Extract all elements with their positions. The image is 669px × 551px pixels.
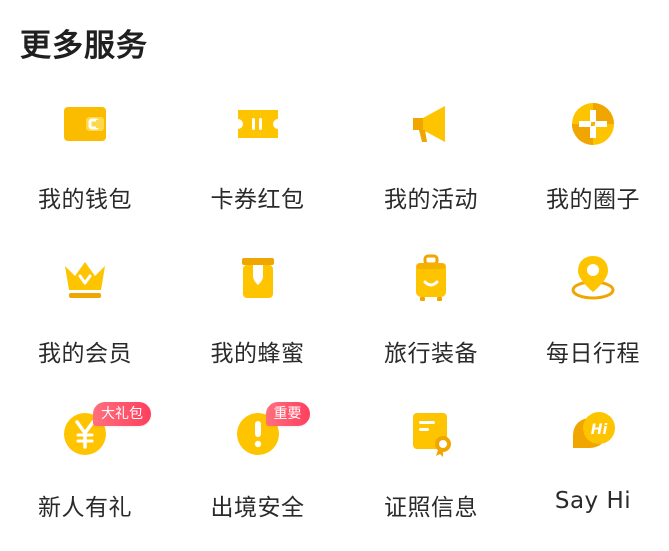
service-label: Say Hi <box>554 488 632 514</box>
service-say-hi[interactable]: Hi Say Hi <box>517 396 669 550</box>
service-label: 出境安全 <box>210 495 305 521</box>
service-newcomer-gift[interactable]: 大礼包 新人有礼 <box>0 396 170 550</box>
wallet-icon <box>57 96 113 152</box>
service-membership[interactable]: 我的会员 <box>0 242 170 396</box>
luggage-icon <box>403 250 459 306</box>
service-label: 我的钱包 <box>38 187 132 213</box>
coupon-icon <box>230 96 286 152</box>
service-label: 我的蜂蜜 <box>210 341 305 367</box>
hi-bubble-icon: Hi <box>565 404 621 460</box>
service-outbound-safety[interactable]: 重要 出境安全 <box>170 396 345 550</box>
gift-badge: 大礼包 <box>93 402 151 426</box>
service-honey[interactable]: 我的蜂蜜 <box>170 242 345 396</box>
exclamation-icon: 重要 <box>230 402 310 460</box>
service-daily-itinerary[interactable]: 每日行程 <box>517 242 669 396</box>
yen-coin-icon: 大礼包 <box>57 402 151 460</box>
page-title: 更多服务 <box>20 28 148 64</box>
service-label: 旅行装备 <box>384 341 478 367</box>
service-circles[interactable]: 我的圈子 <box>517 88 669 242</box>
certificate-icon <box>403 404 459 460</box>
service-wallet[interactable]: 我的钱包 <box>0 88 170 242</box>
megaphone-icon <box>403 96 459 152</box>
service-label: 新人有礼 <box>38 495 132 521</box>
location-pin-icon <box>565 250 621 306</box>
service-travel-gear[interactable]: 旅行装备 <box>345 242 517 396</box>
service-label: 每日行程 <box>546 341 640 367</box>
crown-icon <box>57 250 113 306</box>
circle-pinwheel-icon <box>565 96 621 152</box>
services-grid: 我的钱包 卡券红包 我的活动 我的圈子 我的会员 我的蜂蜜 旅行装备 每日行程 … <box>0 88 669 550</box>
honey-jar-icon <box>230 250 286 306</box>
service-label: 卡券红包 <box>210 187 305 213</box>
service-label: 我的圈子 <box>546 187 640 213</box>
service-coupons[interactable]: 卡券红包 <box>170 88 345 242</box>
service-label: 我的会员 <box>38 341 132 367</box>
service-certificates[interactable]: 证照信息 <box>345 396 517 550</box>
service-label: 我的活动 <box>384 187 478 213</box>
service-label: 证照信息 <box>384 495 478 521</box>
svg-text:Hi: Hi <box>591 422 608 438</box>
service-activities[interactable]: 我的活动 <box>345 88 517 242</box>
important-badge: 重要 <box>265 402 310 426</box>
